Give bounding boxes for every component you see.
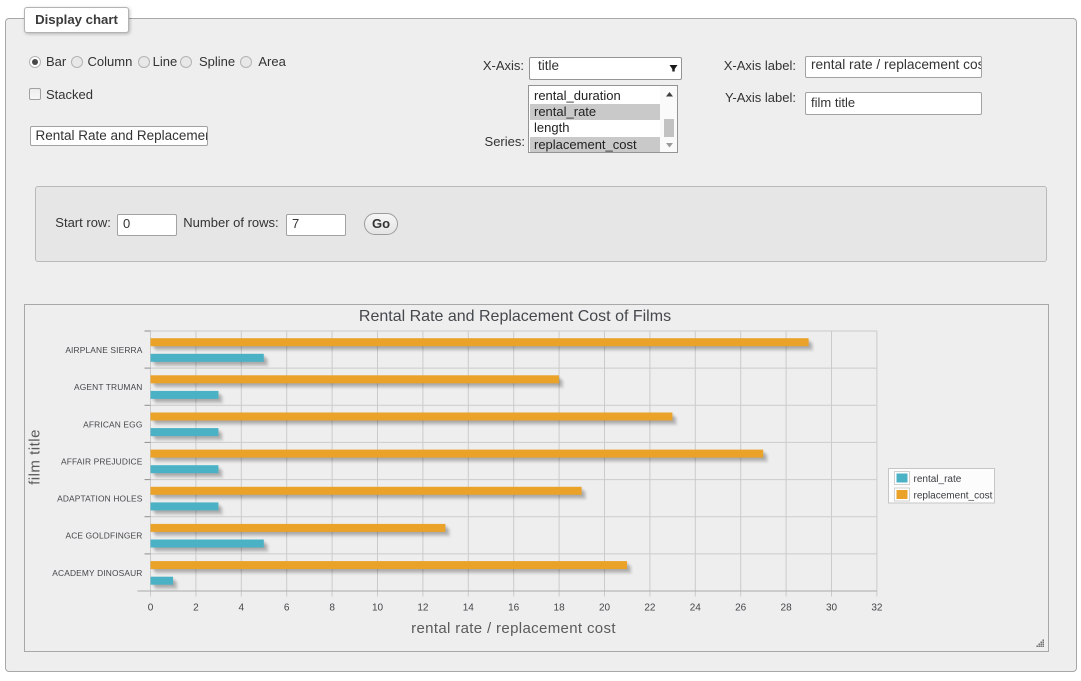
svg-text:30: 30	[826, 603, 838, 614]
svg-text:AFRICAN EGG: AFRICAN EGG	[83, 419, 142, 429]
svg-text:AIRPLANE SIERRA: AIRPLANE SIERRA	[65, 345, 142, 355]
svg-text:10: 10	[372, 603, 384, 614]
svg-text:rental rate / replacement cost: rental rate / replacement cost	[411, 620, 616, 637]
svg-text:replacement_cost: replacement_cost	[914, 491, 993, 502]
svg-text:rental_rate: rental_rate	[914, 474, 962, 485]
svg-text:14: 14	[463, 603, 475, 614]
svg-text:ACE GOLDFINGER: ACE GOLDFINGER	[65, 531, 142, 541]
svg-text:18: 18	[554, 603, 566, 614]
svg-text:ACADEMY DINOSAUR: ACADEMY DINOSAUR	[52, 568, 142, 578]
svg-text:22: 22	[644, 603, 656, 614]
svg-text:12: 12	[417, 603, 429, 614]
svg-text:16: 16	[508, 603, 520, 614]
svg-text:20: 20	[599, 603, 611, 614]
svg-text:AGENT TRUMAN: AGENT TRUMAN	[74, 382, 143, 392]
svg-text:28: 28	[781, 603, 793, 614]
svg-text:6: 6	[284, 603, 290, 614]
svg-text:24: 24	[690, 603, 702, 614]
svg-text:4: 4	[239, 603, 245, 614]
svg-text:0: 0	[148, 603, 154, 614]
svg-text:ADAPTATION HOLES: ADAPTATION HOLES	[57, 494, 143, 504]
svg-text:AFFAIR PREJUDICE: AFFAIR PREJUDICE	[61, 456, 143, 466]
svg-text:film title: film title	[27, 429, 44, 485]
svg-text:26: 26	[735, 603, 747, 614]
svg-text:Rental Rate and Replacement Co: Rental Rate and Replacement Cost of Film…	[359, 308, 671, 325]
svg-text:2: 2	[193, 603, 199, 614]
svg-text:8: 8	[329, 603, 335, 614]
svg-text:32: 32	[871, 603, 883, 614]
